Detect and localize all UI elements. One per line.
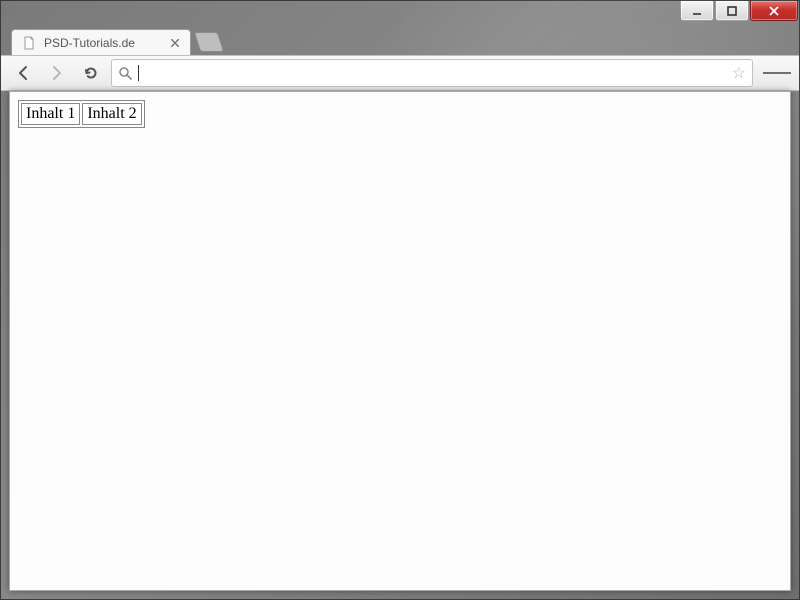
tab-strip: PSD-Tutorials.de — [1, 27, 799, 55]
window-titlebar — [1, 1, 799, 27]
table-cell: Inhalt 1 — [21, 103, 80, 125]
forward-button[interactable] — [43, 59, 71, 87]
back-button[interactable] — [9, 59, 37, 87]
url-input[interactable] — [145, 66, 726, 81]
tab-active[interactable]: PSD-Tutorials.de — [11, 29, 191, 55]
demo-table: Inhalt 1 Inhalt 2 — [18, 100, 145, 128]
search-icon — [118, 66, 132, 80]
viewport-wrap: Inhalt 1 Inhalt 2 — [1, 91, 799, 599]
toolbar: ☆ — [1, 55, 799, 91]
new-tab-button[interactable] — [194, 32, 224, 52]
page-body: Inhalt 1 Inhalt 2 — [18, 100, 782, 128]
table-cell: Inhalt 2 — [82, 103, 141, 125]
minimize-button[interactable] — [680, 1, 714, 21]
bookmark-star-icon[interactable]: ☆ — [732, 63, 746, 83]
maximize-button[interactable] — [715, 1, 749, 21]
tab-close-button[interactable] — [168, 36, 182, 50]
window-controls — [679, 1, 798, 21]
text-caret — [138, 65, 139, 81]
browser-window: PSD-Tutorials.de ☆ — [0, 0, 800, 600]
menu-button[interactable] — [763, 59, 791, 87]
table-row: Inhalt 1 Inhalt 2 — [21, 103, 142, 125]
close-button[interactable] — [750, 1, 798, 21]
page-viewport[interactable]: Inhalt 1 Inhalt 2 — [9, 91, 791, 591]
reload-button[interactable] — [77, 59, 105, 87]
omnibox[interactable]: ☆ — [111, 59, 753, 87]
tab-title: PSD-Tutorials.de — [44, 36, 135, 50]
page-icon — [22, 36, 36, 50]
